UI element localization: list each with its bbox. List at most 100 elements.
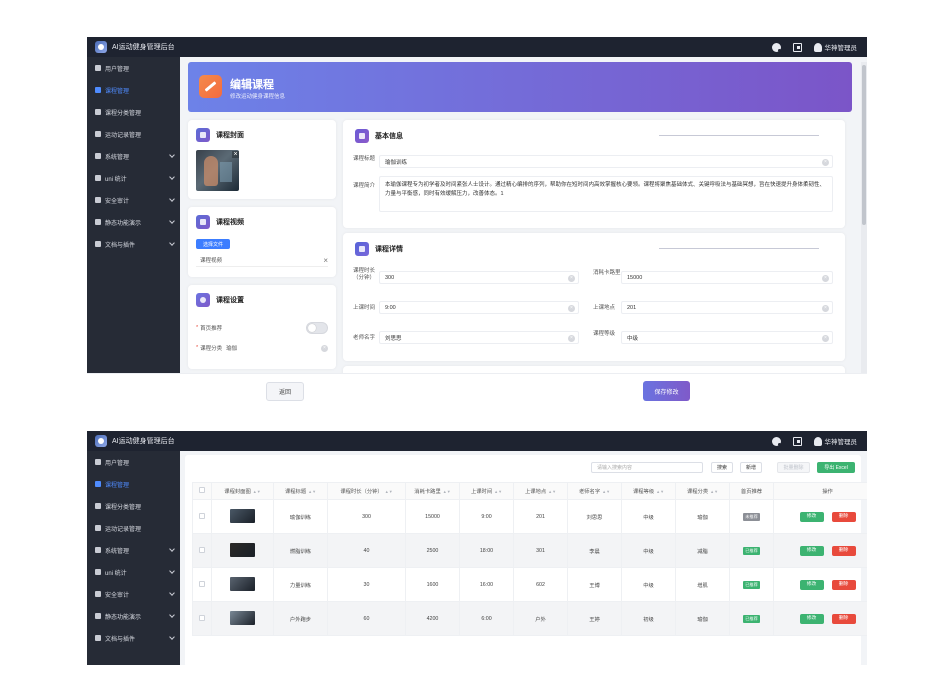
choose-file-button[interactable]: 选择文件 [196, 239, 230, 249]
sort-icon[interactable]: ▲▼ [656, 489, 664, 494]
sidebar-item-0[interactable]: 用户管理 [87, 57, 180, 79]
sort-icon[interactable]: ▲▼ [308, 489, 316, 494]
sort-icon[interactable]: ▲▼ [710, 489, 718, 494]
sort-icon[interactable]: ▲▼ [443, 489, 451, 494]
column-header-7[interactable]: 课程等级 ▲▼ [621, 482, 676, 500]
language-icon[interactable] [792, 436, 802, 446]
edit-button[interactable]: 修改 [799, 579, 824, 590]
row-checkbox[interactable] [199, 580, 205, 587]
column-header-5[interactable]: 上课地点 ▲▼ [513, 482, 568, 500]
scrollbar-thumb[interactable] [862, 65, 866, 225]
row-checkbox[interactable] [199, 614, 205, 621]
column-header-8[interactable]: 课程分类 ▲▼ [675, 482, 730, 500]
select-all-cell [192, 482, 212, 500]
clear-calories-icon[interactable]: × [822, 274, 829, 282]
clear-duration-icon[interactable]: × [568, 274, 575, 282]
theme-icon[interactable] [771, 42, 781, 52]
sort-icon[interactable]: ▲▼ [602, 489, 610, 494]
sidebar-item-8[interactable]: 文档与插件 [87, 233, 180, 255]
edit-button[interactable]: 修改 [799, 511, 824, 522]
select-all-checkbox[interactable] [199, 487, 205, 493]
delete-button[interactable]: 删除 [831, 511, 856, 522]
page-subtitle: 修改运动健身课程信息 [230, 94, 286, 100]
batch-delete-button[interactable]: 批量删除 [777, 462, 810, 473]
sort-icon[interactable]: ▲▼ [494, 489, 502, 494]
class-time-input[interactable]: 9:00 × [379, 301, 579, 314]
edit-button[interactable]: 修改 [799, 613, 824, 624]
search-input[interactable]: 请输入搜索内容 [591, 462, 703, 473]
sidebar-item-6[interactable]: 安全审计 [87, 189, 180, 211]
cover-thumbnail[interactable] [230, 576, 255, 591]
calories-input[interactable]: 15000 × [621, 271, 833, 284]
sidebar-item-4[interactable]: 系统管理 [87, 145, 180, 167]
remove-cover-icon[interactable]: × [232, 151, 239, 158]
theme-icon[interactable] [771, 436, 781, 446]
cover-thumbnail[interactable] [230, 610, 255, 625]
sidebar-item-5[interactable]: uni 统计 [87, 561, 180, 583]
sort-icon[interactable]: ▲▼ [253, 489, 261, 494]
sidebar-item-label: 静态功能演示 [105, 614, 142, 621]
location-input[interactable]: 201 × [621, 301, 833, 314]
column-header-6[interactable]: 老师名字 ▲▼ [567, 482, 622, 500]
cell-title: 燃脂训练 [273, 533, 328, 568]
user-menu[interactable]: 华神管理员 [813, 436, 857, 446]
clear-time-icon[interactable]: × [568, 304, 575, 312]
home-recommend-switch[interactable] [306, 322, 328, 334]
sidebar-item-label: 系统管理 [105, 154, 130, 161]
row-checkbox[interactable] [199, 512, 205, 519]
duration-value: 300 [362, 513, 371, 520]
video-field[interactable]: 课程视频 × [196, 254, 328, 267]
row-checkbox[interactable] [199, 546, 205, 553]
sort-icon[interactable]: ▲▼ [385, 489, 393, 494]
clear-teacher-icon[interactable]: × [568, 334, 575, 342]
save-button[interactable]: 保存修改 [643, 381, 690, 401]
column-header-4[interactable]: 上课时间 ▲▼ [459, 482, 514, 500]
delete-button[interactable]: 删除 [831, 545, 856, 556]
sidebar-item-3[interactable]: 运动记录管理 [87, 123, 180, 145]
sidebar-item-3[interactable]: 运动记录管理 [87, 517, 180, 539]
level-input[interactable]: 中级 × [621, 331, 833, 344]
sidebar-item-6[interactable]: 安全审计 [87, 583, 180, 605]
sidebar-item-2[interactable]: 课程分类管理 [87, 101, 180, 123]
delete-button[interactable]: 删除 [831, 579, 856, 590]
sidebar-item-2[interactable]: 课程分类管理 [87, 495, 180, 517]
clear-video-icon[interactable]: × [323, 256, 328, 265]
clear-category-icon[interactable]: × [321, 344, 328, 352]
sort-icon[interactable]: ▲▼ [548, 489, 556, 494]
sidebar-item-label: 课程分类管理 [105, 110, 142, 117]
course-name-input[interactable]: 瑜伽训练 × [379, 155, 833, 168]
edit-button[interactable]: 修改 [799, 545, 824, 556]
back-button[interactable]: 返回 [266, 382, 304, 401]
sidebar-item-7[interactable]: 静态功能演示 [87, 211, 180, 233]
column-header-3[interactable]: 消耗卡路里 ▲▼ [405, 482, 460, 500]
user-menu[interactable]: 华神管理员 [813, 42, 857, 52]
sidebar-item-4[interactable]: 系统管理 [87, 539, 180, 561]
language-icon[interactable] [792, 42, 802, 52]
search-button[interactable]: 搜索 [711, 462, 733, 473]
duration-input[interactable]: 300 × [379, 271, 579, 284]
column-header-0[interactable]: 课程封面图 ▲▼ [211, 482, 274, 500]
cell-calories: 1600 [405, 567, 460, 602]
sidebar-item-5[interactable]: uni 统计 [87, 167, 180, 189]
sidebar-item-1[interactable]: 课程管理 [87, 473, 180, 495]
sidebar-item-8[interactable]: 文档与插件 [87, 627, 180, 649]
teacher-input[interactable]: 刘思思 × [379, 331, 579, 344]
export-excel-button[interactable]: 导出 Excel [817, 462, 855, 473]
category-row[interactable]: * 课程分类 瑜伽 × [196, 342, 328, 354]
column-header-2[interactable]: 课程时长（分钟） ▲▼ [327, 482, 406, 500]
clear-level-icon[interactable]: × [822, 334, 829, 342]
time-value: 16:00 [479, 581, 494, 588]
cover-thumbnail[interactable] [230, 508, 255, 523]
column-header-1[interactable]: 课程标题 ▲▼ [273, 482, 328, 500]
delete-button[interactable]: 删除 [831, 613, 856, 624]
course-intro-textarea[interactable]: 本瑜伽课程专为初学者及时间紧张人士设计。通过精心编排的序列，帮助你在短时间内高效… [379, 176, 833, 212]
scrollbar[interactable] [861, 62, 867, 408]
add-button[interactable]: 新增 [740, 462, 762, 473]
clear-name-icon[interactable]: × [822, 158, 829, 166]
sidebar-item-1[interactable]: 课程管理 [87, 79, 180, 101]
sidebar-item-0[interactable]: 用户管理 [87, 451, 180, 473]
sidebar-item-7[interactable]: 静态功能演示 [87, 605, 180, 627]
clear-location-icon[interactable]: × [822, 304, 829, 312]
basic-info-title: 基本信息 [375, 133, 403, 140]
cover-thumbnail[interactable] [230, 542, 255, 557]
